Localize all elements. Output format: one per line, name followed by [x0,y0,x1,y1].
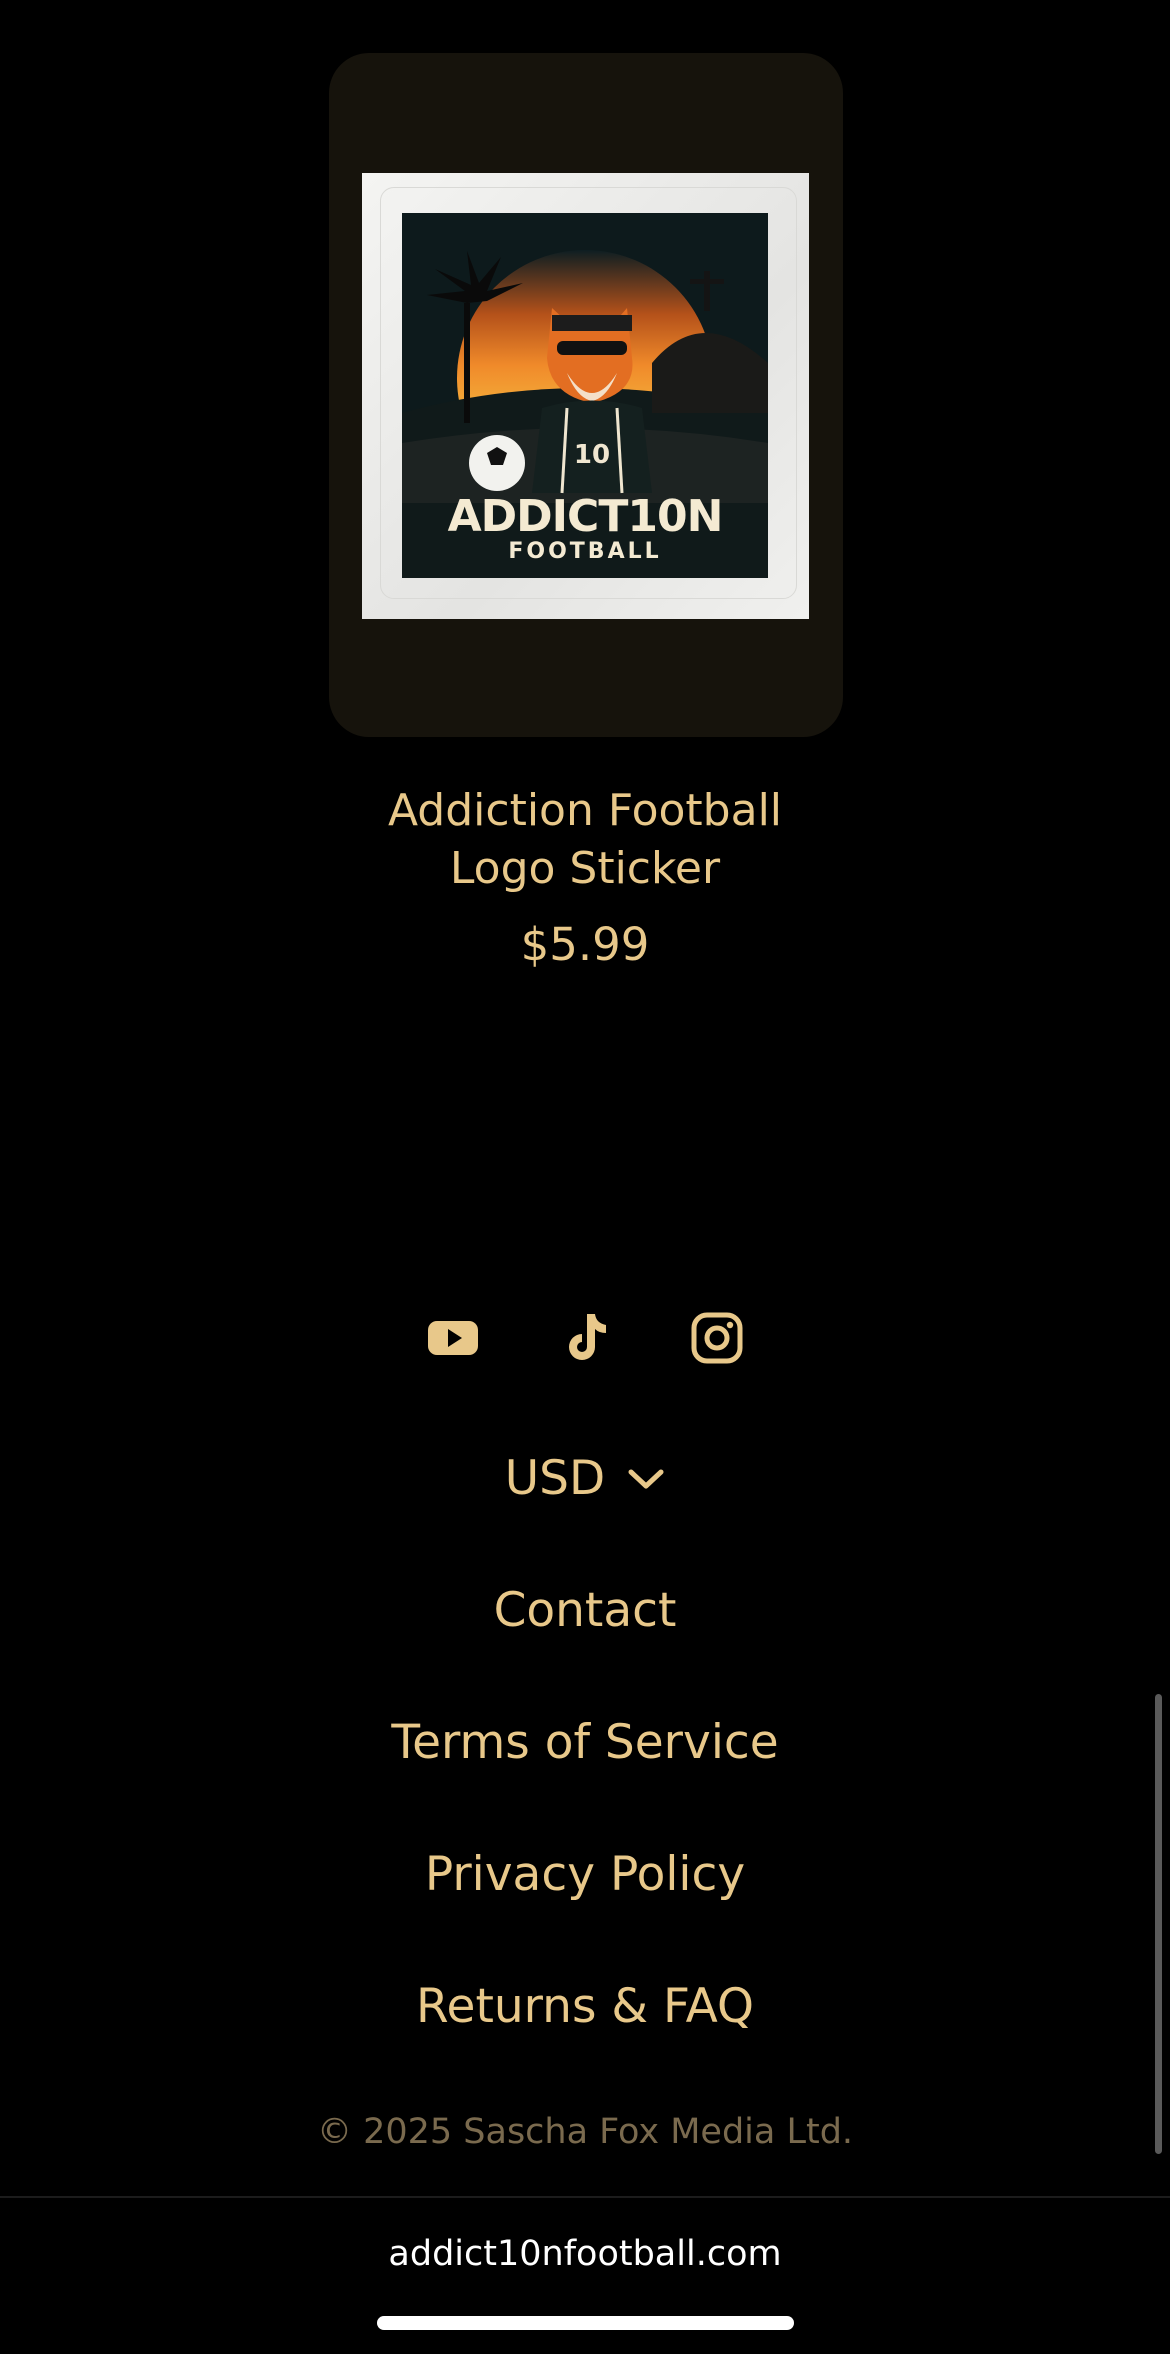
address-url[interactable]: addict10nfootball.com [0,2232,1170,2276]
svg-text:10: 10 [574,440,610,470]
browser-address-bar[interactable]: addict10nfootball.com [0,2196,1170,2354]
chevron-down-icon [628,1469,664,1488]
footer-link-terms-of-service[interactable]: Terms of Service [0,1712,1170,1774]
home-indicator[interactable] [377,2316,794,2330]
currency-selector[interactable]: USD [0,1448,1170,1510]
currency-label: USD [504,1451,606,1506]
footer-link-privacy-policy[interactable]: Privacy Policy [0,1844,1170,1906]
footer-link-returns-faq[interactable]: Returns & FAQ [0,1976,1170,2038]
product-title-line-2[interactable]: Logo Sticker [285,840,885,898]
footer-link-contact[interactable]: Contact [0,1580,1170,1642]
social-links [0,1310,1170,1366]
instagram-icon[interactable] [689,1310,745,1366]
sticker-artwork: 10 ADDICT10N FOOTBALL [402,213,768,578]
copyright-text: © 2025 Sascha Fox Media Ltd. [316,2112,854,2152]
youtube-icon[interactable] [425,1310,481,1366]
svg-text:FOOTBALL: FOOTBALL [508,539,661,564]
product-image[interactable]: 10 ADDICT10N FOOTBALL [362,173,809,619]
product-title-line-1[interactable]: Addiction Football [285,782,885,840]
product-price: $5.99 [520,918,650,971]
product-card[interactable]: 10 ADDICT10N FOOTBALL [329,53,843,737]
svg-text:ADDICT10N: ADDICT10N [448,491,723,542]
tiktok-icon[interactable] [558,1310,614,1366]
scrollbar[interactable] [1155,1694,1162,2154]
product-title[interactable]: Addiction Football Logo Sticker [285,782,885,898]
